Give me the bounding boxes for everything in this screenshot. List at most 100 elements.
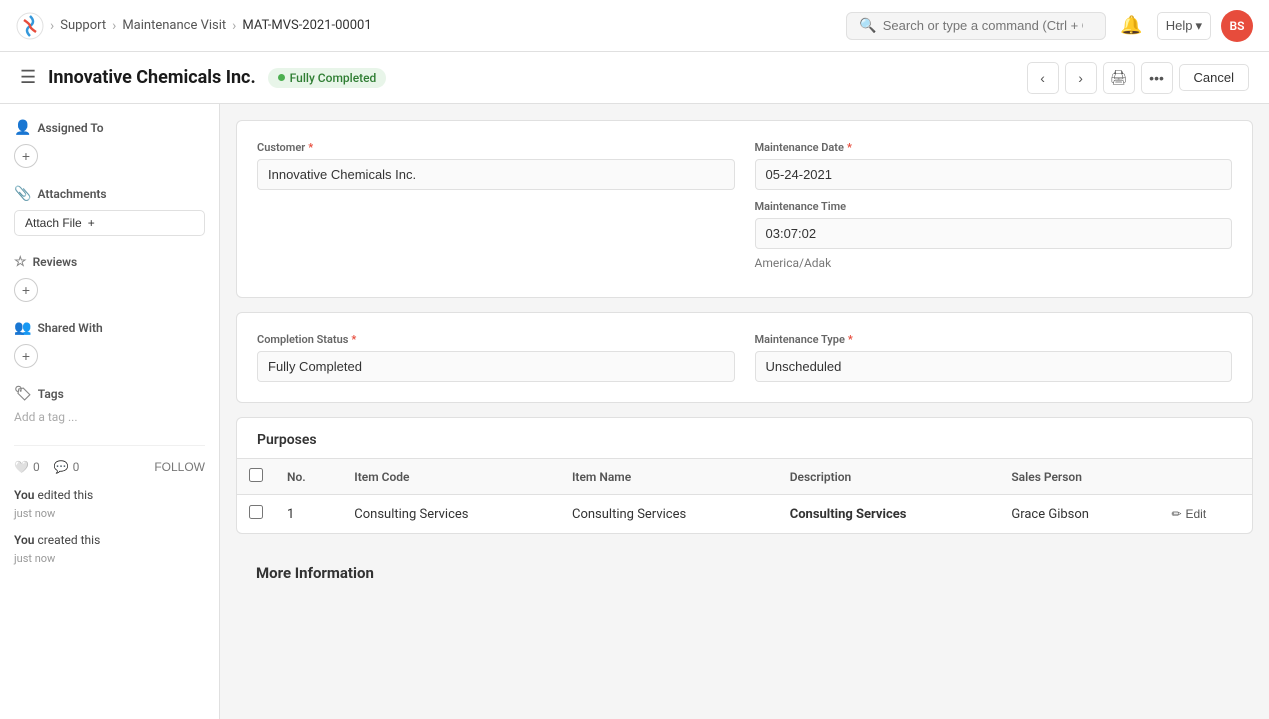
help-button[interactable]: Help ▾	[1157, 12, 1211, 40]
col-item-code: Item Code	[342, 459, 560, 495]
col-actions	[1159, 459, 1252, 495]
select-all-checkbox[interactable]	[249, 468, 263, 482]
edit-row-button[interactable]: ✏ Edit	[1171, 507, 1206, 521]
table-row: 1 Consulting Services Consulting Service…	[237, 495, 1252, 534]
activity-action-1: edited this	[37, 488, 93, 502]
status-label: Fully Completed	[290, 71, 377, 85]
maintenance-date-input[interactable]	[755, 159, 1233, 190]
tags-header: 🏷 Tags	[14, 386, 205, 402]
activity-you-1: You	[14, 488, 34, 502]
page-title: Innovative Chemicals Inc.	[48, 67, 256, 88]
activity-section: 🤍 0 💬 0 FOLLOW You edited this just now …	[14, 445, 205, 567]
help-label: Help	[1166, 18, 1193, 33]
page-header: ☰ Innovative Chemicals Inc. Fully Comple…	[0, 52, 1269, 104]
shared-with-label: Shared With	[37, 321, 102, 335]
timezone-value: America/Adak	[755, 249, 1233, 277]
maintenance-time-input[interactable]	[755, 218, 1233, 249]
activity-time-2: just now	[14, 552, 55, 565]
maintenance-time-label: Maintenance Time	[755, 200, 1233, 213]
purposes-title: Purposes	[237, 418, 1252, 458]
shared-with-header: 👥 Shared With	[14, 320, 205, 336]
purposes-section: Purposes No. Item Code Item Name Descrip…	[236, 417, 1253, 534]
select-all-header	[237, 459, 275, 495]
search-bar[interactable]: 🔍	[846, 12, 1106, 40]
status-required: *	[351, 333, 356, 346]
maintenance-type-group: Maintenance Type *	[755, 333, 1233, 382]
breadcrumb-support[interactable]: Support	[60, 18, 106, 33]
date-required: *	[847, 141, 852, 154]
add-assignee-button[interactable]: +	[14, 144, 38, 168]
row-item-code: Consulting Services	[342, 495, 560, 534]
more-info-title: More Information	[236, 548, 1253, 594]
likes-count: 🤍 0	[14, 460, 40, 474]
customer-required: *	[308, 141, 313, 154]
print-button[interactable]: 🖨	[1103, 62, 1135, 94]
reviews-header: ☆ Reviews	[14, 254, 205, 270]
attachments-label: Attachments	[37, 187, 106, 201]
more-info-section: More Information	[236, 548, 1253, 594]
sidebar-toggle-button[interactable]: ☰	[20, 67, 36, 88]
row-no: 1	[275, 495, 342, 534]
attachments-header: 📎 Attachments	[14, 186, 205, 202]
completion-status-label: Completion Status *	[257, 333, 735, 346]
page-header-left: ☰ Innovative Chemicals Inc. Fully Comple…	[20, 67, 386, 88]
user-icon: 👤	[14, 120, 31, 136]
page-header-right: ‹ › 🖨 ••• Cancel	[1027, 62, 1249, 94]
notification-bell-button[interactable]: 🔔	[1116, 11, 1146, 40]
chevron-down-icon: ▾	[1195, 18, 1202, 34]
more-options-button[interactable]: •••	[1141, 62, 1173, 94]
table-header: No. Item Code Item Name Description Sale…	[237, 459, 1252, 495]
activity-counts: 🤍 0 💬 0 FOLLOW	[14, 460, 205, 474]
status-type-card: Completion Status * Maintenance Type *	[236, 312, 1253, 403]
status-type-row: Completion Status * Maintenance Type *	[257, 333, 1232, 382]
sidebar: 👤 Assigned To + 📎 Attachments Attach Fil…	[0, 104, 220, 719]
col-no: No.	[275, 459, 342, 495]
customer-group: Customer *	[257, 141, 735, 277]
assigned-to-header: 👤 Assigned To	[14, 120, 205, 136]
maintenance-date-label: Maintenance Date *	[755, 141, 1233, 154]
share-icon: 👥	[14, 320, 31, 336]
add-review-button[interactable]: +	[14, 278, 38, 302]
maintenance-type-label: Maintenance Type *	[755, 333, 1233, 346]
avatar[interactable]: BS	[1221, 10, 1253, 42]
comments-count: 💬 0	[54, 460, 80, 474]
completion-status-input[interactable]	[257, 351, 735, 382]
row-description: Consulting Services	[778, 495, 1000, 534]
customer-input[interactable]	[257, 159, 735, 190]
main-content: Customer * Maintenance Date * Maintenanc…	[220, 104, 1269, 719]
col-sales-person: Sales Person	[999, 459, 1159, 495]
customer-date-card: Customer * Maintenance Date * Maintenanc…	[236, 120, 1253, 298]
col-description: Description	[778, 459, 1000, 495]
cancel-button[interactable]: Cancel	[1179, 64, 1249, 91]
row-checkbox[interactable]	[249, 505, 263, 519]
star-icon: ☆	[14, 254, 27, 270]
add-share-button[interactable]: +	[14, 344, 38, 368]
breadcrumb-maintenance-visit[interactable]: Maintenance Visit	[122, 18, 226, 33]
type-required: *	[848, 333, 853, 346]
breadcrumb-area: › Support › Maintenance Visit › MAT-MVS-…	[16, 12, 372, 40]
comment-icon: 💬	[54, 460, 69, 474]
col-item-name: Item Name	[560, 459, 778, 495]
edit-label: Edit	[1186, 507, 1207, 521]
heart-icon: 🤍	[14, 460, 29, 474]
activity-you-2: You	[14, 533, 34, 547]
tags-section: 🏷 Tags Add a tag ...	[14, 386, 205, 425]
activity-log-item: You edited this just now	[14, 486, 205, 523]
table-body: 1 Consulting Services Consulting Service…	[237, 495, 1252, 534]
breadcrumb-sep-2: ›	[112, 18, 116, 34]
reviews-label: Reviews	[33, 255, 78, 269]
comments-value: 0	[73, 460, 80, 474]
shared-with-section: 👥 Shared With +	[14, 320, 205, 368]
search-input[interactable]	[883, 18, 1083, 33]
attach-file-button[interactable]: Attach File +	[14, 210, 205, 236]
prev-button[interactable]: ‹	[1027, 62, 1059, 94]
pencil-icon: ✏	[1171, 507, 1181, 521]
maintenance-date-group: Maintenance Date * Maintenance Time Amer…	[755, 141, 1233, 277]
next-button[interactable]: ›	[1065, 62, 1097, 94]
follow-button[interactable]: FOLLOW	[154, 460, 205, 474]
status-badge: Fully Completed	[268, 68, 387, 88]
likes-value: 0	[33, 460, 40, 474]
customer-label: Customer *	[257, 141, 735, 154]
add-tag-placeholder[interactable]: Add a tag ...	[14, 410, 78, 424]
maintenance-type-input[interactable]	[755, 351, 1233, 382]
